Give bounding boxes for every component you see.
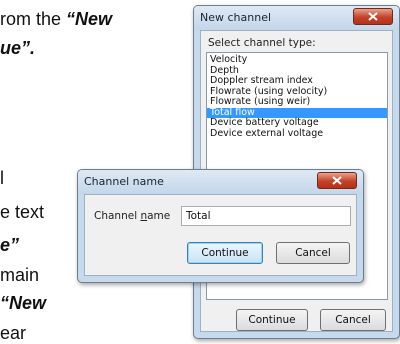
channel-type-prompt: Select channel type: bbox=[208, 37, 316, 49]
close-icon bbox=[332, 176, 342, 185]
channel-name-cancel-button[interactable]: Cancel bbox=[276, 242, 350, 264]
close-icon bbox=[368, 12, 378, 21]
doc-line-8: ear bbox=[0, 323, 27, 343]
list-item[interactable]: Velocity bbox=[207, 54, 387, 66]
list-item[interactable]: Device battery voltage bbox=[207, 117, 387, 129]
doc-line-2: ue”. bbox=[0, 38, 36, 58]
new-channel-continue-button[interactable]: Continue bbox=[236, 309, 308, 331]
channel-name-titlebar[interactable]: Channel name bbox=[78, 170, 363, 194]
channel-name-continue-button[interactable]: Continue bbox=[187, 242, 263, 264]
list-item[interactable]: Doppler stream index bbox=[207, 75, 387, 87]
doc-line-5: e” bbox=[0, 235, 20, 255]
doc-line-6: main bbox=[0, 265, 40, 285]
doc-line-7: “New bbox=[0, 293, 47, 313]
channel-name-client: Channel name Total Continue Cancel bbox=[84, 194, 357, 276]
new-channel-title: New channel bbox=[200, 11, 272, 24]
channel-name-label: Channel name bbox=[94, 210, 171, 222]
new-channel-close-button[interactable] bbox=[353, 8, 393, 25]
channel-name-dialog: Channel name Channel name Total Continue… bbox=[77, 169, 364, 283]
new-channel-titlebar[interactable]: New channel bbox=[194, 6, 399, 30]
new-channel-cancel-button[interactable]: Cancel bbox=[320, 309, 386, 331]
doc-line-3: l bbox=[0, 168, 4, 188]
channel-name-input[interactable]: Total bbox=[181, 206, 351, 226]
channel-name-close-button[interactable] bbox=[317, 172, 357, 189]
channel-name-title: Channel name bbox=[84, 175, 164, 188]
list-item[interactable]: Flowrate (using weir) bbox=[207, 96, 387, 108]
doc-line-1: rom the “New bbox=[0, 9, 113, 29]
doc-line-4: e text bbox=[0, 202, 45, 222]
list-item[interactable]: Device external voltage bbox=[207, 128, 387, 140]
